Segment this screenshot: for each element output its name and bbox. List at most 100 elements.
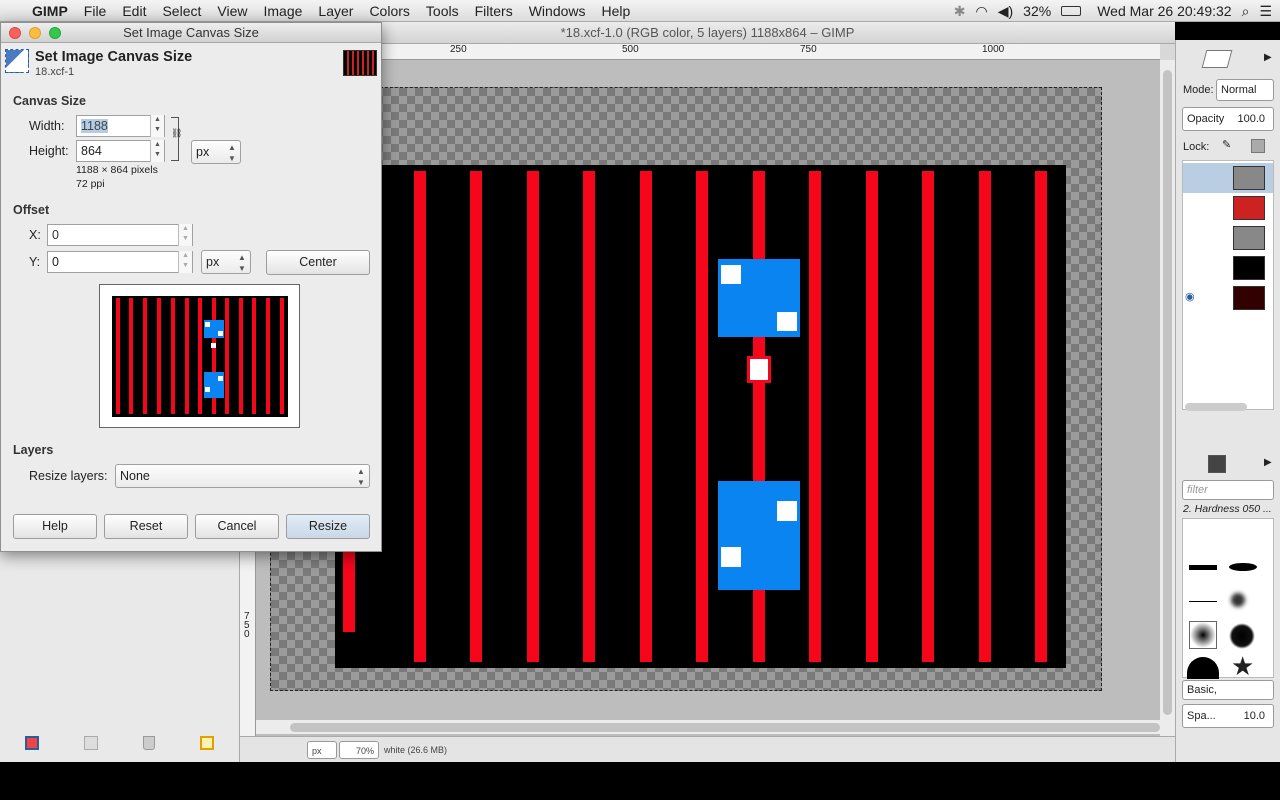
ruler-label-750: 750 bbox=[800, 44, 817, 55]
battery-icon[interactable] bbox=[1061, 6, 1082, 16]
save-document-icon[interactable] bbox=[25, 736, 39, 750]
menu-windows[interactable]: Windows bbox=[521, 3, 594, 19]
wifi-icon[interactable]: ◠ bbox=[976, 3, 988, 20]
layer-thumbnail[interactable] bbox=[1233, 286, 1265, 310]
vertical-scrollbar[interactable] bbox=[1160, 60, 1175, 740]
layer-thumbnail[interactable] bbox=[1233, 226, 1265, 250]
red-stripe bbox=[583, 171, 595, 662]
width-spin-arrows[interactable]: ▲ ▼ bbox=[150, 115, 164, 137]
height-spin-arrows[interactable]: ▲ ▼ bbox=[150, 140, 164, 162]
y-offset-spin-arrows[interactable]: ▲ ▼ bbox=[178, 251, 192, 273]
width-value: 1188 bbox=[81, 119, 108, 133]
menu-filters[interactable]: Filters bbox=[467, 3, 521, 19]
brush-preset-select[interactable]: Basic, bbox=[1182, 680, 1274, 700]
menu-colors[interactable]: Colors bbox=[361, 3, 417, 19]
x-offset-label: X: bbox=[29, 228, 41, 242]
mode-select[interactable]: Normal bbox=[1216, 79, 1274, 101]
white-square bbox=[721, 547, 741, 567]
minimize-window-button[interactable] bbox=[29, 27, 41, 39]
pixels-info: 1188 × 864 pixels bbox=[76, 164, 158, 176]
brushes-dock-menu-arrow-icon[interactable]: ▶ bbox=[1264, 457, 1272, 468]
layer-thumbnail[interactable] bbox=[1233, 166, 1265, 190]
layer-visibility-eye-icon[interactable]: ◉ bbox=[1185, 290, 1195, 303]
lock-alpha-icon[interactable] bbox=[1251, 139, 1265, 153]
width-label: Width: bbox=[29, 119, 65, 133]
reset-button[interactable]: Reset bbox=[104, 514, 188, 539]
brush-spacing-slider[interactable]: Spa... 10.0 bbox=[1182, 704, 1274, 728]
menu-edit[interactable]: Edit bbox=[114, 3, 154, 19]
red-stripe bbox=[640, 171, 652, 662]
brush-filter-placeholder: filter bbox=[1187, 484, 1208, 496]
height-label: Height: bbox=[29, 144, 69, 158]
ruler-horizontal[interactable]: 250 500 750 1000 bbox=[382, 44, 1160, 60]
toolbox-panel bbox=[0, 550, 240, 762]
battery-percent[interactable]: 32% bbox=[1023, 3, 1051, 19]
brush-filter-input[interactable]: filter bbox=[1182, 480, 1274, 500]
zoom-selector[interactable]: 70% bbox=[339, 741, 379, 759]
reset-icon[interactable] bbox=[200, 736, 214, 750]
duplicate-icon[interactable] bbox=[84, 736, 98, 750]
opacity-slider[interactable]: Opacity 100.0 bbox=[1182, 107, 1274, 131]
brush-preset-value: Basic, bbox=[1187, 684, 1217, 696]
spacing-label: Spa... bbox=[1187, 710, 1216, 722]
volume-icon[interactable]: ◀) bbox=[998, 3, 1013, 20]
dialog-window-title: Set Image Canvas Size bbox=[123, 25, 259, 40]
brushes-grid[interactable]: ★ bbox=[1182, 518, 1274, 679]
ruler-label-500: 500 bbox=[622, 44, 639, 55]
ruler-label-1000: 1000 bbox=[982, 44, 1005, 55]
menu-view[interactable]: View bbox=[209, 3, 255, 19]
notification-center-icon[interactable]: ☰ bbox=[1259, 3, 1272, 20]
menu-bar: GIMP File Edit Select View Image Layer C… bbox=[0, 0, 1280, 22]
canvas-preview[interactable] bbox=[99, 284, 300, 428]
layer-thumbnail[interactable] bbox=[1233, 196, 1265, 220]
menu-help[interactable]: Help bbox=[594, 3, 639, 19]
cancel-button[interactable]: Cancel bbox=[195, 514, 279, 539]
right-dock: ▶ Mode: Normal Opacity 100.0 Lock: ✎ ◉ ▶… bbox=[1175, 40, 1280, 762]
red-stripe bbox=[866, 171, 878, 662]
close-window-button[interactable] bbox=[9, 27, 21, 39]
y-offset-input[interactable]: 0 bbox=[47, 251, 193, 273]
clock[interactable]: Wed Mar 26 20:49:32 bbox=[1097, 3, 1231, 19]
resize-layers-select[interactable]: None ▲ ▼ bbox=[115, 464, 370, 488]
menu-layer[interactable]: Layer bbox=[310, 3, 361, 19]
menu-file[interactable]: File bbox=[76, 3, 115, 19]
opacity-label: Opacity bbox=[1187, 113, 1225, 125]
trash-icon[interactable] bbox=[143, 736, 155, 750]
resize-button[interactable]: Resize bbox=[286, 514, 370, 539]
lock-label: Lock: bbox=[1183, 141, 1210, 153]
menu-tools[interactable]: Tools bbox=[418, 3, 467, 19]
bluetooth-icon[interactable]: ✱ bbox=[954, 3, 966, 20]
opacity-value: 100.0 bbox=[1237, 113, 1265, 125]
layers-scrollbar[interactable] bbox=[1185, 403, 1247, 411]
menu-image[interactable]: Image bbox=[255, 3, 310, 19]
x-offset-spin-arrows[interactable]: ▲ ▼ bbox=[178, 224, 192, 246]
image-thumbnail bbox=[343, 50, 377, 76]
x-offset-value: 0 bbox=[52, 228, 59, 242]
menu-select[interactable]: Select bbox=[154, 3, 209, 19]
menu-app-gimp[interactable]: GIMP bbox=[24, 3, 76, 19]
canvas-size-dialog: Set Image Canvas Size Set Image Canvas S… bbox=[0, 22, 382, 552]
red-stripe bbox=[470, 171, 482, 662]
ppi-info: 72 ppi bbox=[76, 178, 105, 190]
red-stripe bbox=[809, 171, 821, 662]
x-offset-input[interactable]: 0 bbox=[47, 224, 193, 246]
chain-link-icon[interactable]: ⛓ bbox=[171, 117, 182, 161]
preview-image bbox=[112, 296, 288, 417]
canvas-area[interactable] bbox=[256, 60, 1160, 740]
size-unit-select[interactable]: px ▲ ▼ bbox=[191, 140, 241, 164]
center-button[interactable]: Center bbox=[266, 250, 370, 275]
status-bar: px 70% white (26.6 MB) bbox=[240, 736, 1175, 762]
height-value: 864 bbox=[81, 144, 102, 158]
canvas-size-heading: Canvas Size bbox=[13, 94, 86, 108]
zoom-window-button[interactable] bbox=[49, 27, 61, 39]
layers-tab-icon[interactable] bbox=[1201, 50, 1233, 68]
offset-unit-select[interactable]: px ▲ ▼ bbox=[201, 250, 251, 274]
brushes-tab-icon[interactable] bbox=[1208, 455, 1226, 473]
lock-paint-icon[interactable]: ✎ bbox=[1222, 138, 1231, 151]
spotlight-search-icon[interactable]: ⌕ bbox=[1242, 3, 1250, 20]
horizontal-scrollbar[interactable] bbox=[256, 720, 1160, 734]
layer-thumbnail[interactable] bbox=[1233, 256, 1265, 280]
dock-menu-arrow-icon[interactable]: ▶ bbox=[1264, 52, 1272, 63]
help-button[interactable]: Help bbox=[13, 514, 97, 539]
unit-selector[interactable]: px bbox=[307, 741, 337, 759]
